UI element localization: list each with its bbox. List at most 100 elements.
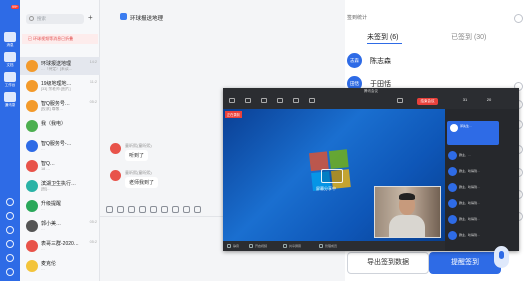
message-bubble: 听到了 [125,150,149,161]
conversation-avatar [26,160,38,172]
conversation-preview: [33] 余老师:[图片] [41,87,71,91]
message-sender: 童昕熙(童昕熙) [125,143,152,148]
message-avatar [110,143,121,154]
settings-icon[interactable] [6,268,14,276]
conversation-preview: [投票] 尊敬… [41,107,64,111]
chat-message: 群主、听得到… [459,233,481,237]
conversation-name: 麦克伦 [41,261,57,267]
doc-icon[interactable] [4,52,16,62]
share-icon[interactable] [283,244,287,248]
end-meeting-button[interactable]: 结束会议 [417,98,438,105]
conversation-item[interactable]: 我（我电） [20,117,100,135]
contacts-icon[interactable] [4,92,16,102]
message-bubble: 老师我到了 [125,177,159,188]
conversation-name: 滨湖卫生执行… [41,181,77,187]
microphone-icon [499,251,504,259]
voice-input-button[interactable] [494,246,509,268]
folder-icon[interactable] [150,206,157,213]
meeting-bottom-bar: 静音 开启视频 共享屏幕 管理成员 [223,241,445,251]
chat-toolbar [106,206,221,215]
star-icon[interactable] [6,198,14,206]
mute-label[interactable]: 静音 [233,244,239,248]
share-icon[interactable] [277,98,283,103]
members-icon[interactable] [293,98,299,103]
meeting-chat-sidebar: 郭先生… 群主、… 群主、听得到… 群主、听得到… 群主、听得到… 群主、听得到… 群主、… [445,109,519,251]
conversation-item[interactable]: 智Q服务号-…… [20,137,100,155]
person-avatar: 志森 [347,53,362,68]
vote-icon[interactable] [161,206,168,213]
conversation-item[interactable]: 智Q… 18 … [20,157,100,175]
chat-avatar [448,151,457,160]
conversation-time: 05:2 [89,220,97,224]
mail-icon[interactable] [6,240,14,248]
search-box[interactable]: 搜索 [26,14,84,24]
tab-signed[interactable]: 已签到 (30) [451,32,486,42]
conversation-item[interactable]: 智Q服务号… [投票] 尊敬… 05:2 [20,97,100,115]
search-icon [29,16,34,21]
fold-notice[interactable]: 已 环球视频等消息已折叠 [22,34,98,44]
conversation-item[interactable]: 郭小美…… 05:2 [20,217,100,235]
remind-signin-button[interactable]: 提醒签到 [429,252,501,274]
conversation-time: 05:2 [89,240,97,244]
conversation-name: 智Q… [41,161,55,167]
conversation-item[interactable]: 麦克伦… [20,257,100,275]
conversation-avatar [26,180,38,192]
message-icon[interactable] [4,32,16,42]
conversation-name: 升级提醒 [41,201,62,207]
conversation-avatar [26,140,38,152]
conversation-name: 智Q服务号-… [41,141,72,147]
image-icon[interactable] [128,206,135,213]
more-icon[interactable] [6,254,14,262]
close-icon[interactable] [514,14,523,23]
chat-icon[interactable] [309,98,315,103]
conversation-preview: … [41,147,45,151]
conversation-avatar [26,120,38,132]
conversation-preview: …（待定）[未读… [41,67,73,71]
conversation-item[interactable]: 表哥三群-2020…… 05:2 [20,237,100,255]
export-signin-button[interactable]: 导出签到数据 [347,252,429,274]
calendar-icon[interactable] [6,212,14,220]
member-card[interactable]: 郭先生… [447,121,499,145]
video-icon[interactable] [249,244,253,248]
conversation-item[interactable]: 19级地理地… [33] 余老师:[图片] 11:2 [20,77,100,95]
tab-unsigned[interactable]: 未签到 (6) [367,32,399,42]
conversation-item[interactable]: 环球报送地理 …（待定）[未读… 14:2 [20,57,100,75]
history-icon[interactable] [194,206,201,213]
camera-preview[interactable] [374,186,441,238]
calendar-icon[interactable] [183,206,190,213]
conversation-avatar [26,60,38,72]
app-window: 99+ 消息 文档 工作台 通讯录 搜索 + 已 环球视频等消息已折叠 环球报送… [0,0,525,281]
phone-icon[interactable] [6,226,14,234]
viewer-count: 20 [486,97,492,102]
conversation-preview: [图]… [41,187,51,191]
conversation-item[interactable]: 滨湖卫生执行… [图]… [20,177,100,195]
chat-message: 群主、听得到… [459,201,481,205]
member-avatar [450,124,458,132]
unsigned-person: 志森 陈志森 [345,51,465,71]
conversation-avatar [26,100,38,112]
record-icon[interactable] [397,98,403,103]
screen-share-text: 屏幕分享中 [316,186,336,191]
conversation-avatar [26,80,38,92]
scissors-icon[interactable] [139,206,146,213]
add-icon[interactable]: + [88,13,93,22]
rail-label-workbench: 工作台 [4,83,16,87]
conversation-item[interactable]: 升级提醒… [20,197,100,215]
workbench-icon[interactable] [4,72,16,82]
video-icon[interactable] [172,206,179,213]
at-icon[interactable] [117,206,124,213]
members-label[interactable]: 管理成员 [325,244,337,248]
conversation-time: 11:2 [89,80,97,84]
screen-icon[interactable] [229,98,235,103]
mic-icon[interactable] [245,98,251,103]
camera-icon[interactable] [261,98,267,103]
conversation-name: 19级地理地… [41,81,72,87]
mute-icon[interactable] [227,244,231,248]
emoji-icon[interactable] [106,206,113,213]
members-icon[interactable] [319,244,323,248]
video-label[interactable]: 开启视频 [255,244,267,248]
conversation-preview: … [41,267,45,271]
conversation-time: 14:2 [89,60,97,64]
share-label[interactable]: 共享屏幕 [289,244,301,248]
conversation-preview: … [41,207,45,211]
